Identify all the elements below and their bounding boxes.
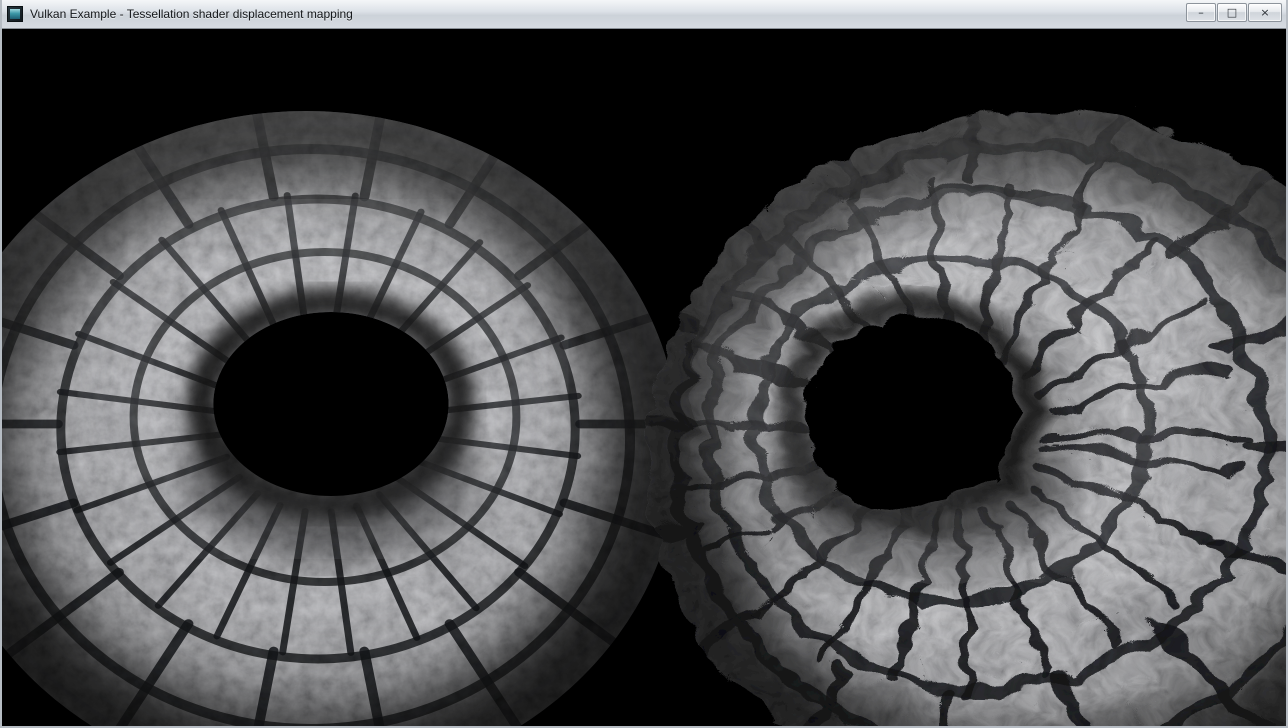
close-icon: ×: [1260, 5, 1269, 20]
app-icon[interactable]: [7, 6, 23, 22]
maximize-button[interactable]: □: [1217, 3, 1247, 22]
maximize-icon: □: [1227, 5, 1237, 20]
close-button[interactable]: ×: [1248, 3, 1282, 22]
titlebar[interactable]: Vulkan Example - Tessellation shader dis…: [2, 0, 1286, 29]
minimize-icon: –: [1198, 5, 1204, 20]
3d-render-surface[interactable]: [2, 29, 1286, 726]
render-viewport[interactable]: [2, 29, 1286, 726]
window-title: Vulkan Example - Tessellation shader dis…: [30, 7, 353, 21]
vulkan-icon: [10, 9, 20, 19]
app-window: Vulkan Example - Tessellation shader dis…: [0, 0, 1288, 728]
window-controls: – □ ×: [1186, 3, 1282, 22]
minimize-button[interactable]: –: [1186, 3, 1216, 22]
